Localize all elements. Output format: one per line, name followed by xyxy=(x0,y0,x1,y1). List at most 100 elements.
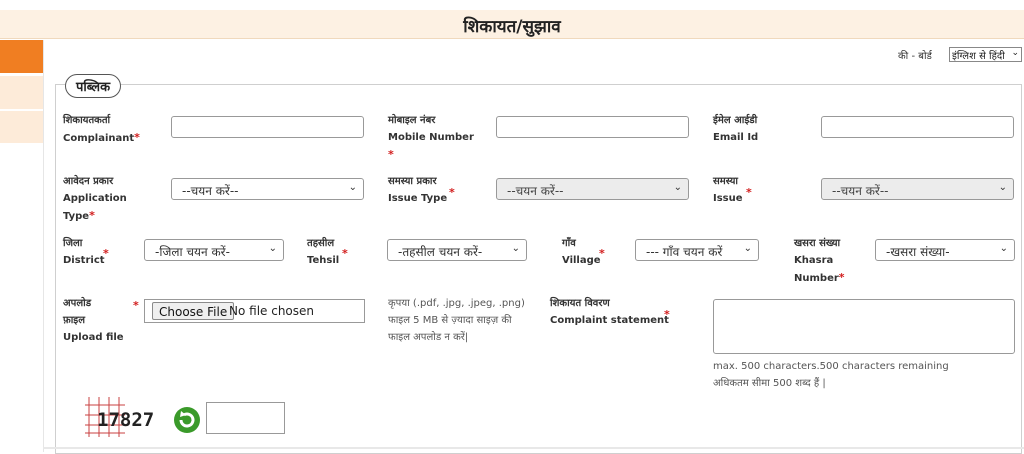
sidebar-active-item[interactable] xyxy=(0,40,43,73)
upload-note-line2: फाइल 5 MB से ज़्यादा साइज़ की xyxy=(388,315,512,326)
upload-label-en: Upload file xyxy=(63,332,124,343)
khasra-value: -खसरा संख्या- xyxy=(886,245,950,259)
captcha-input[interactable] xyxy=(206,402,285,434)
issue-type-label-en: Issue Type xyxy=(388,193,448,204)
keyboard-label: की - बोर्ड xyxy=(898,51,932,62)
issue-label-hi: समस्या xyxy=(713,176,739,187)
chevron-down-icon: ⌄ xyxy=(268,243,277,254)
required-mark: * xyxy=(449,186,455,199)
khasra-label: खसरा संख्या Khasra Number* xyxy=(794,235,845,287)
village-label-en: Village xyxy=(562,255,601,266)
tehsil-label-hi: तहसील xyxy=(307,238,335,249)
required-mark: * xyxy=(89,209,95,222)
application-type-label: आवेदन प्रकार Application Type* xyxy=(63,173,127,225)
chevron-down-icon: ⌄ xyxy=(1011,48,1019,58)
village-select[interactable]: --- गाँव चयन करें ⌄ xyxy=(635,239,759,261)
complaint-label: शिकायत विवरण Complaint statement xyxy=(550,295,669,329)
complainant-input[interactable] xyxy=(171,116,364,138)
issue-type-label: समस्या प्रकार Issue Type xyxy=(388,173,447,207)
issue-value: --चयन करें-- xyxy=(832,184,889,198)
issue-label-en: Issue xyxy=(713,193,743,204)
chevron-down-icon: ⌄ xyxy=(511,243,520,254)
mobile-input[interactable] xyxy=(496,116,689,138)
complaint-textarea[interactable] xyxy=(713,299,1015,354)
upload-label-hi2: फ़ाइल xyxy=(63,315,85,326)
tehsil-label: तहसील Tehsil xyxy=(307,235,339,269)
refresh-captcha-icon[interactable] xyxy=(172,405,202,435)
required-mark: * xyxy=(838,271,845,284)
chevron-down-icon: ⌄ xyxy=(673,182,682,193)
complaint-label-hi: शिकायत विवरण xyxy=(550,298,610,309)
upload-note: कृपया (.pdf, .jpg, .jpeg, .png) फाइल 5 M… xyxy=(388,295,525,346)
title-bar: शिकायत/सुझाव xyxy=(0,10,1024,39)
issue-type-label-hi: समस्या प्रकार xyxy=(388,176,437,187)
chevron-down-icon: ⌄ xyxy=(999,243,1008,254)
chevron-down-icon: ⌄ xyxy=(348,182,357,193)
tehsil-select[interactable]: -तहसील चयन करें- ⌄ xyxy=(387,239,527,261)
complainant-label: शिकायतकर्ता Complainant* xyxy=(63,112,140,147)
khasra-label-en1: Khasra xyxy=(794,255,834,266)
upload-note-line3: फाइल अपलोड न करें| xyxy=(388,332,469,343)
required-mark: * xyxy=(746,186,752,199)
required-mark: * xyxy=(103,247,109,260)
page-title: शिकायत/सुझाव xyxy=(463,17,561,37)
application-type-label-hi: आवेदन प्रकार xyxy=(63,176,114,187)
district-label-hi: जिला xyxy=(63,238,83,249)
sidebar-item[interactable] xyxy=(0,111,43,143)
captcha-image: 17827 xyxy=(85,397,154,437)
file-upload-input[interactable]: Choose File No file chosen xyxy=(144,299,365,323)
file-status-text: No file chosen xyxy=(229,304,315,318)
required-mark: * xyxy=(388,148,394,161)
content-divider xyxy=(43,40,44,452)
khasra-label-hi: खसरा संख्या xyxy=(794,238,841,249)
required-mark: * xyxy=(664,308,670,321)
complaint-limit: max. 500 characters.500 characters remai… xyxy=(713,358,949,392)
district-label-en: District xyxy=(63,255,105,266)
public-fieldset xyxy=(55,84,1022,454)
required-mark: * xyxy=(342,247,348,260)
village-label: गाँव Village xyxy=(562,235,601,269)
top-strip xyxy=(0,0,1024,10)
issue-type-value: --चयन करें-- xyxy=(507,184,564,198)
district-label: जिला District xyxy=(63,235,105,269)
upload-note-line1: कृपया (.pdf, .jpg, .jpeg, .png) xyxy=(388,298,525,309)
khasra-label-en2: Number* xyxy=(794,271,845,284)
captcha-code: 17827 xyxy=(97,409,154,431)
bottom-divider xyxy=(43,447,1024,449)
mobile-label: मोबाइल नंबर Mobile Number * xyxy=(388,112,474,163)
email-input[interactable] xyxy=(821,116,1014,138)
complainant-label-hi: शिकायतकर्ता xyxy=(63,115,111,126)
upload-label-hi1: अपलोड xyxy=(63,298,92,309)
complaint-limit-en: max. 500 characters.500 characters remai… xyxy=(713,361,949,372)
khasra-select[interactable]: -खसरा संख्या- ⌄ xyxy=(875,239,1015,261)
choose-file-button[interactable]: Choose File xyxy=(152,302,235,320)
application-type-select[interactable]: --चयन करें-- ⌄ xyxy=(171,178,364,200)
issue-type-select[interactable]: --चयन करें-- ⌄ xyxy=(496,178,689,200)
village-label-hi: गाँव xyxy=(562,238,576,249)
required-mark: * xyxy=(133,299,139,312)
complaint-label-en: Complaint statement xyxy=(550,315,669,326)
required-mark: * xyxy=(134,131,140,144)
section-legend: पब्लिक xyxy=(65,74,122,98)
application-type-label-en2: Type* xyxy=(63,209,95,222)
mobile-label-hi: मोबाइल नंबर xyxy=(388,115,436,126)
required-mark: * xyxy=(599,247,605,260)
complainant-label-en: Complainant* xyxy=(63,131,140,144)
tehsil-label-en: Tehsil xyxy=(307,255,340,266)
village-value: --- गाँव चयन करें xyxy=(646,245,723,259)
district-select[interactable]: -जिला चयन करें- ⌄ xyxy=(144,239,284,261)
mobile-label-en: Mobile Number xyxy=(388,132,474,143)
issue-select[interactable]: --चयन करें-- ⌄ xyxy=(821,178,1014,200)
complaint-limit-hi: अधिकतम सीमा 500 शब्द हैं | xyxy=(713,378,826,389)
application-type-value: --चयन करें-- xyxy=(182,184,239,198)
language-select[interactable]: इंग्लिश से हिंदी ⌄ xyxy=(949,47,1022,62)
district-value: -जिला चयन करें- xyxy=(155,245,230,259)
sidebar-item[interactable] xyxy=(0,76,43,109)
issue-label: समस्या Issue xyxy=(713,173,743,207)
email-label-en: Email Id xyxy=(713,132,759,143)
chevron-down-icon: ⌄ xyxy=(998,182,1007,193)
chevron-down-icon: ⌄ xyxy=(743,243,752,254)
upload-label: अपलोड फ़ाइल Upload file xyxy=(63,295,124,346)
email-label: ईमेल आईडी Email Id xyxy=(713,112,758,146)
tehsil-value: -तहसील चयन करें- xyxy=(398,245,483,259)
